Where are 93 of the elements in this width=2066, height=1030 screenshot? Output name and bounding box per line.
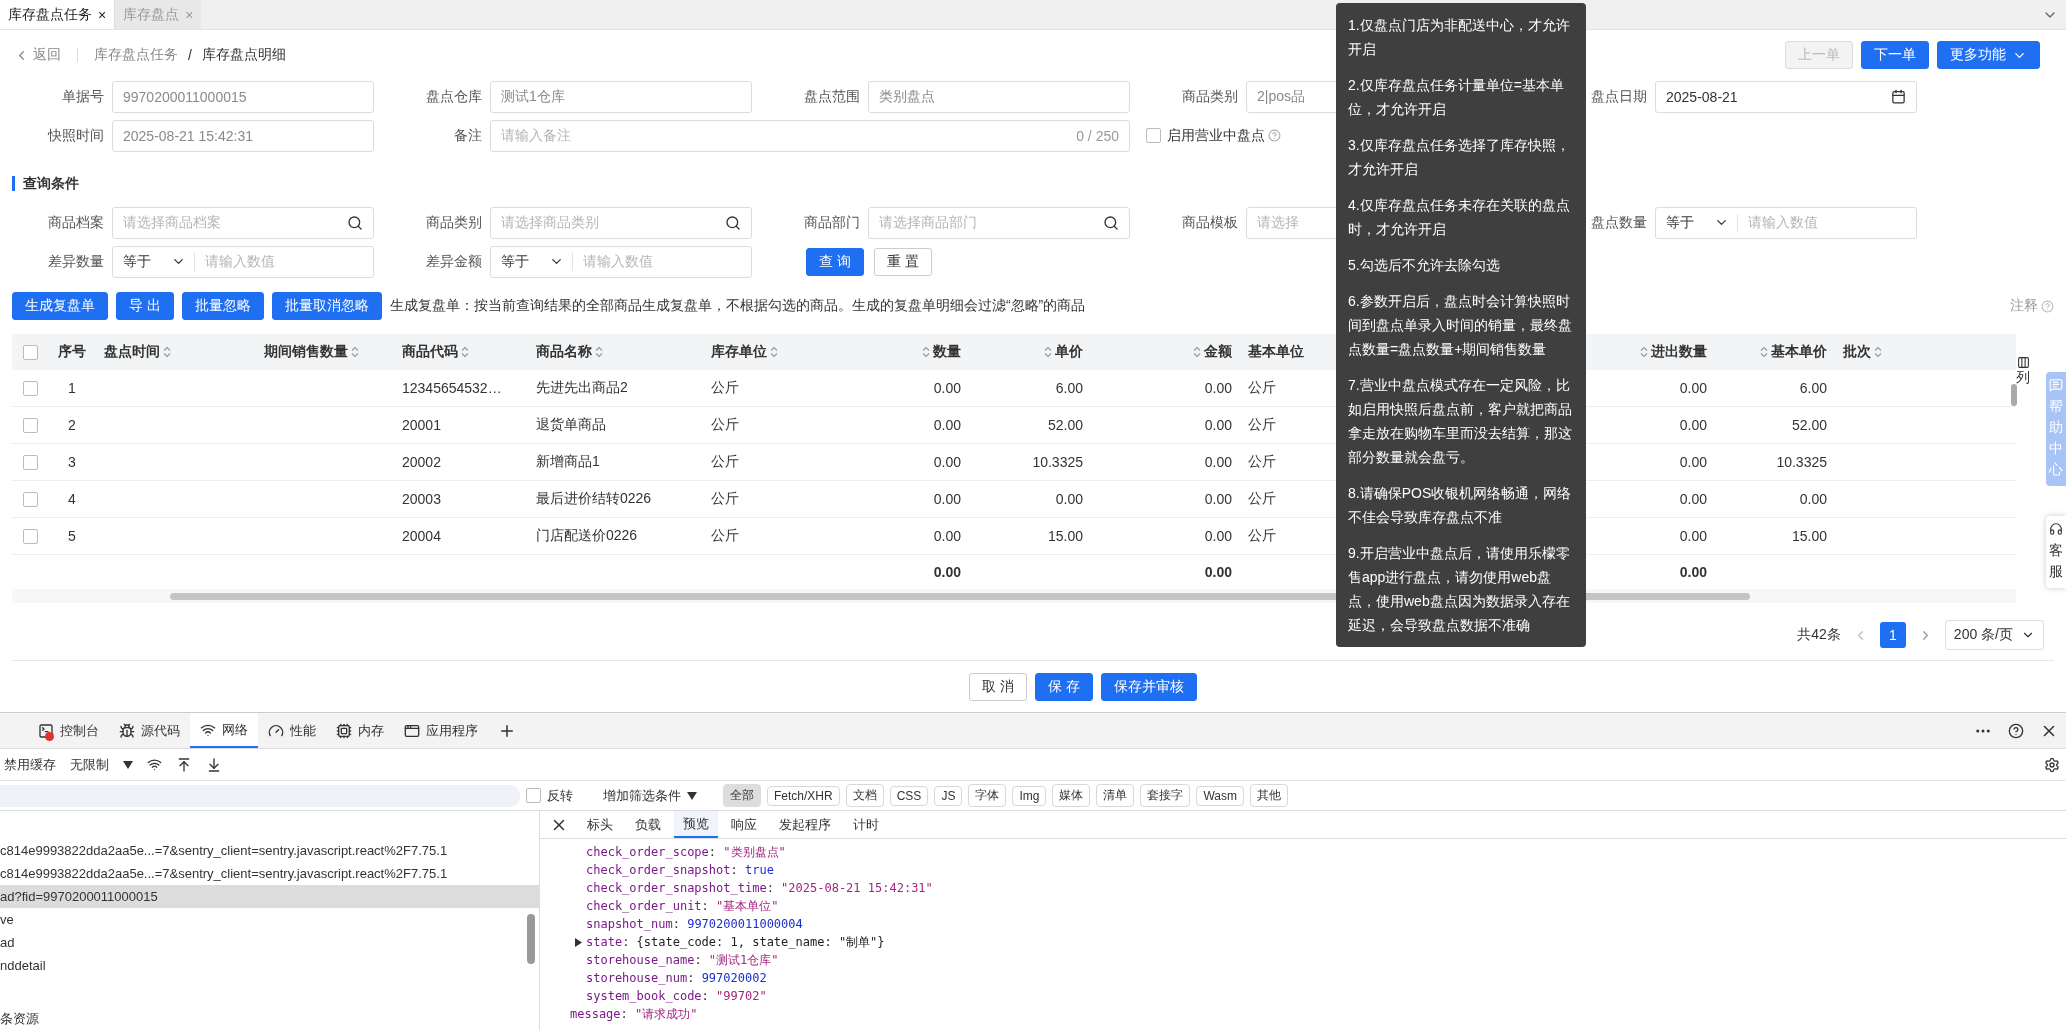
field-label: 差异数量 <box>47 252 104 271</box>
tooltip-text: 8.请确保POS收银机网络畅通，网络不佳会导致库存盘点不准 <box>1348 484 1573 527</box>
table-cell: 公斤 <box>1248 527 1276 545</box>
table-cell: 5 <box>68 528 76 544</box>
table-cell: 12345654532… <box>402 380 502 396</box>
table-cell: 15.00 <box>1791 528 1827 544</box>
json-line: check_order_snapshot: true <box>585 862 775 879</box>
table-cell: 20003 <box>402 491 441 507</box>
field-label: 盘点日期 <box>1590 87 1647 106</box>
table-cell: 公斤 <box>711 379 739 397</box>
table-cell: 公斤 <box>1248 416 1276 434</box>
table-cell: 0.00 <box>1679 417 1707 433</box>
table-cell: 退货单商品 <box>536 416 606 434</box>
json-line: snapshot_num: 9970200011000004 <box>585 916 804 933</box>
table-cell: 公斤 <box>1248 379 1276 397</box>
json-line: check_order_unit: "基本单位" <box>585 897 780 915</box>
table-cell: 0.00 <box>933 380 961 396</box>
table-cell: 0.00 <box>1204 417 1232 433</box>
table-cell: 3 <box>68 454 76 470</box>
table-cell: 0.00 <box>1204 491 1232 507</box>
checkbox-label: 启用营业中盘点 <box>1167 126 1265 145</box>
tooltip-text: 7.营业中盘点模式存在一定风险，比如启用快照后盘点前，客户就把商品拿走放在购物车里而没去结算，那这部分数量就会盘亏。 <box>1348 376 1573 467</box>
breadcrumb-separator: / <box>188 47 192 63</box>
table-cell: 0.00 <box>933 417 961 433</box>
table-cell: 0.00 <box>933 528 961 544</box>
table-cell: 10.3325 <box>1032 454 1083 470</box>
json-line: message: "请求成功" <box>569 1005 699 1023</box>
table-cell: 0.00 <box>1204 380 1232 396</box>
total-value: 0.00 <box>933 564 961 580</box>
table-cell: 0.00 <box>1204 528 1232 544</box>
json-line: storehouse_num: 997020002 <box>585 970 768 987</box>
table-cell: 公斤 <box>711 416 739 434</box>
table-cell: 0.00 <box>933 491 961 507</box>
field-label: 备注 <box>453 126 482 145</box>
field-label: 商品部门 <box>803 213 860 232</box>
table-cell: 公斤 <box>1248 453 1276 471</box>
table-cell: 0.00 <box>1679 454 1707 470</box>
field-label: 商品类别 <box>425 213 482 232</box>
breadcrumb-current: 库存盘点明细 <box>201 46 286 64</box>
table-cell: 门店配送价0226 <box>536 527 638 545</box>
json-line: check_order_snapshot_time: "2025-08-21 15:42:31" <box>585 880 934 897</box>
table-cell: 0.00 <box>933 454 961 470</box>
tooltip-text: 1.仅盘点门店为非配送中心，才允许开启 <box>1348 16 1571 59</box>
json-line: check_order_scope: "类别盘点" <box>585 843 787 861</box>
table-cell: 0.00 <box>1679 528 1707 544</box>
table-cell: 4 <box>68 491 76 507</box>
table-cell: 0.00 <box>1679 380 1707 396</box>
table-cell: 0.00 <box>1799 491 1827 507</box>
table-cell: 20001 <box>402 417 441 433</box>
section-title: 查询条件 <box>12 175 79 191</box>
table-cell: 新增商品1 <box>536 453 600 471</box>
table-cell: 2 <box>68 417 76 433</box>
field-label: 盘点仓库 <box>425 87 482 106</box>
field-label: 商品档案 <box>47 213 104 232</box>
table-cell: 10.3325 <box>1776 454 1827 470</box>
field-label: 商品模板 <box>1181 213 1238 232</box>
hint-text: 生成复盘单：按当前查询结果的全部商品生成复盘单，不根据勾选的商品。生成的复盘单明细会过滤“忽略”的商品 <box>389 297 1086 315</box>
table-cell: 公斤 <box>1248 490 1276 508</box>
tooltip-text: 6.参数开启后，盘点时会计算快照时间到盘点单录入时间的销量，最终盘点数量=盘点数量+期间销售数量 <box>1348 292 1573 359</box>
table-cell: 先进先出商品2 <box>536 379 628 397</box>
table-cell: 公斤 <box>711 490 739 508</box>
total-value: 0.00 <box>1679 564 1707 580</box>
field-label: 差异金额 <box>425 252 482 271</box>
tooltip-text: 4.仅库存盘点任务未存在关联的盘点时，才允许开启 <box>1348 196 1571 239</box>
table-cell: 最后进价结转0226 <box>536 490 652 508</box>
tooltip-text: 3.仅库存盘点任务选择了库存快照，才允许开启 <box>1348 136 1571 179</box>
table-cell: 0.00 <box>1204 454 1232 470</box>
field-label: 单据号 <box>61 87 104 106</box>
table-cell: 6.00 <box>1055 380 1083 396</box>
field-label: 快照时间 <box>46 126 104 145</box>
table-cell: 52.00 <box>1047 417 1083 433</box>
table-cell: 0.00 <box>1679 491 1707 507</box>
tooltip-text: 9.开启营业中盘点后，请使用乐檬零售app进行盘点，请勿使用web盘点，使用web盘点因为数据录入存在延迟，会导致盘点数据不准确 <box>1348 544 1571 635</box>
json-line: system_book_code: "99702" <box>585 988 768 1005</box>
table-cell: 公斤 <box>711 453 739 471</box>
table-cell: 20004 <box>402 528 441 544</box>
table-cell: 0.00 <box>1055 491 1083 507</box>
tooltip-text: 2.仅库存盘点任务计量单位=基本单位，才允许开启 <box>1348 76 1565 119</box>
field-label: 商品类别 <box>1181 87 1238 106</box>
tooltip-text: 5.勾选后不允许去除勾选 <box>1348 256 1501 275</box>
table-cell: 20002 <box>402 454 441 470</box>
total-value: 0.00 <box>1204 564 1232 580</box>
field-label: 盘点数量 <box>1590 213 1647 232</box>
table-cell: 15.00 <box>1047 528 1083 544</box>
table-cell: 6.00 <box>1799 380 1827 396</box>
field-label: 盘点范围 <box>803 87 860 106</box>
table-cell: 公斤 <box>711 527 739 545</box>
total-count: 共42条 <box>1797 626 1841 644</box>
table-cell: 1 <box>68 380 76 396</box>
request-summary: 条资源 <box>0 1010 40 1028</box>
json-line: storehouse_name: "测试1仓库" <box>585 951 780 969</box>
invert-label: 反转 <box>547 786 573 805</box>
table-cell: 52.00 <box>1791 417 1827 433</box>
